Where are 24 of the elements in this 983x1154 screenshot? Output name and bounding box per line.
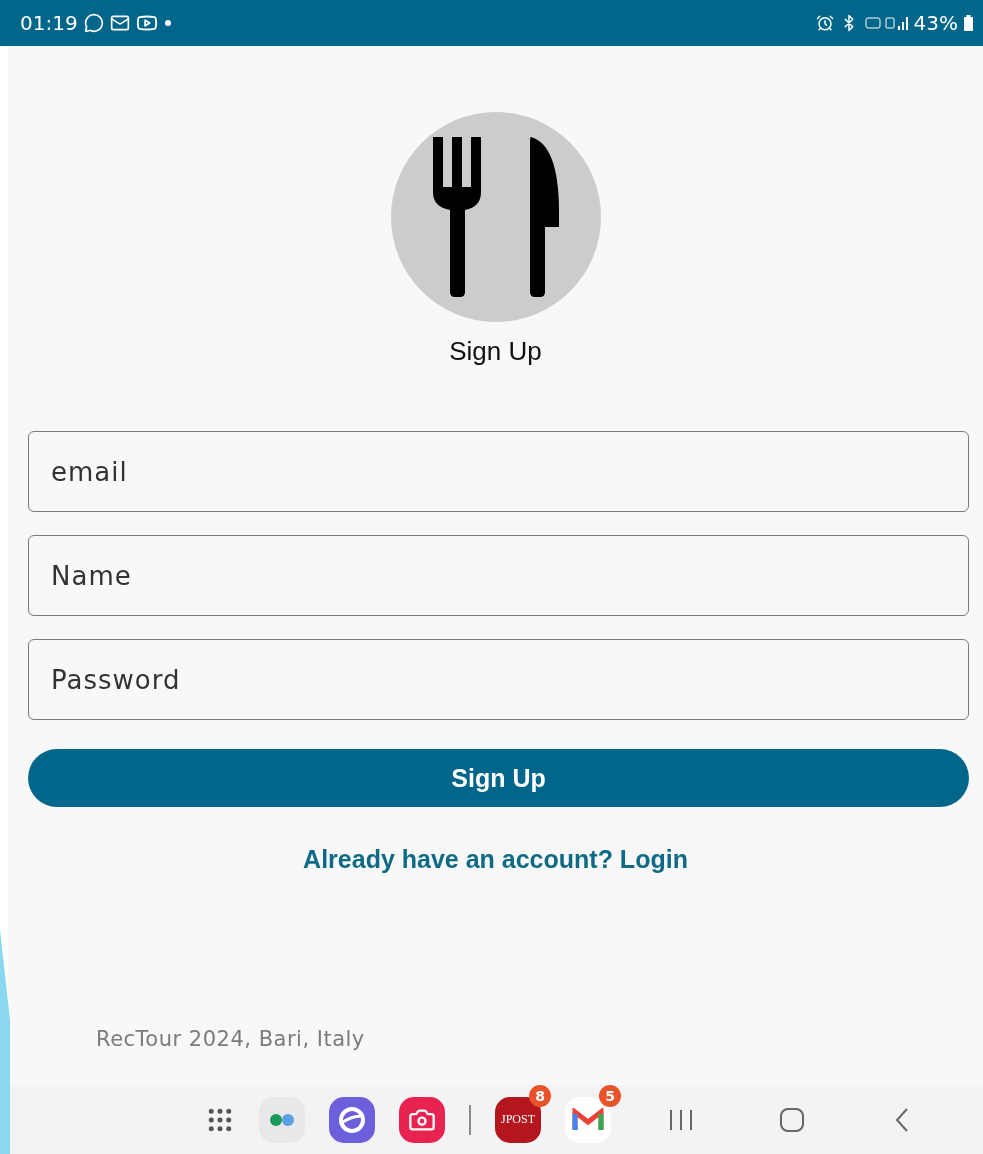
login-link[interactable]: Already have an account? Login — [303, 845, 688, 874]
camera-icon[interactable] — [399, 1096, 445, 1143]
app-dots-icon — [269, 1112, 295, 1127]
alarm-icon — [815, 14, 834, 32]
cutlery-icon — [430, 137, 561, 297]
folder-icon[interactable] — [259, 1096, 305, 1143]
mail-icon — [109, 13, 130, 33]
battery-level: 43% — [913, 11, 958, 35]
dot-icon — [163, 19, 172, 27]
footer-text: RecTour 2024, Bari, Italy — [96, 1027, 365, 1051]
battery-icon — [964, 15, 973, 31]
app-label: JPOST — [501, 1112, 535, 1127]
input-field[interactable]: Name — [28, 535, 969, 616]
dock-divider — [469, 1104, 471, 1135]
network-icon — [863, 14, 908, 32]
clock: 01:19 — [20, 11, 78, 35]
sign-up-button[interactable]: Sign Up — [28, 749, 969, 807]
page-title: Sign Up — [449, 336, 542, 367]
input-field[interactable]: Password — [28, 639, 969, 720]
input-field[interactable]: email — [28, 431, 969, 512]
chat-icon — [83, 13, 104, 33]
planet-glyph-icon — [337, 1104, 367, 1135]
letter-m-icon — [572, 1107, 604, 1132]
planet-icon[interactable] — [329, 1096, 375, 1143]
